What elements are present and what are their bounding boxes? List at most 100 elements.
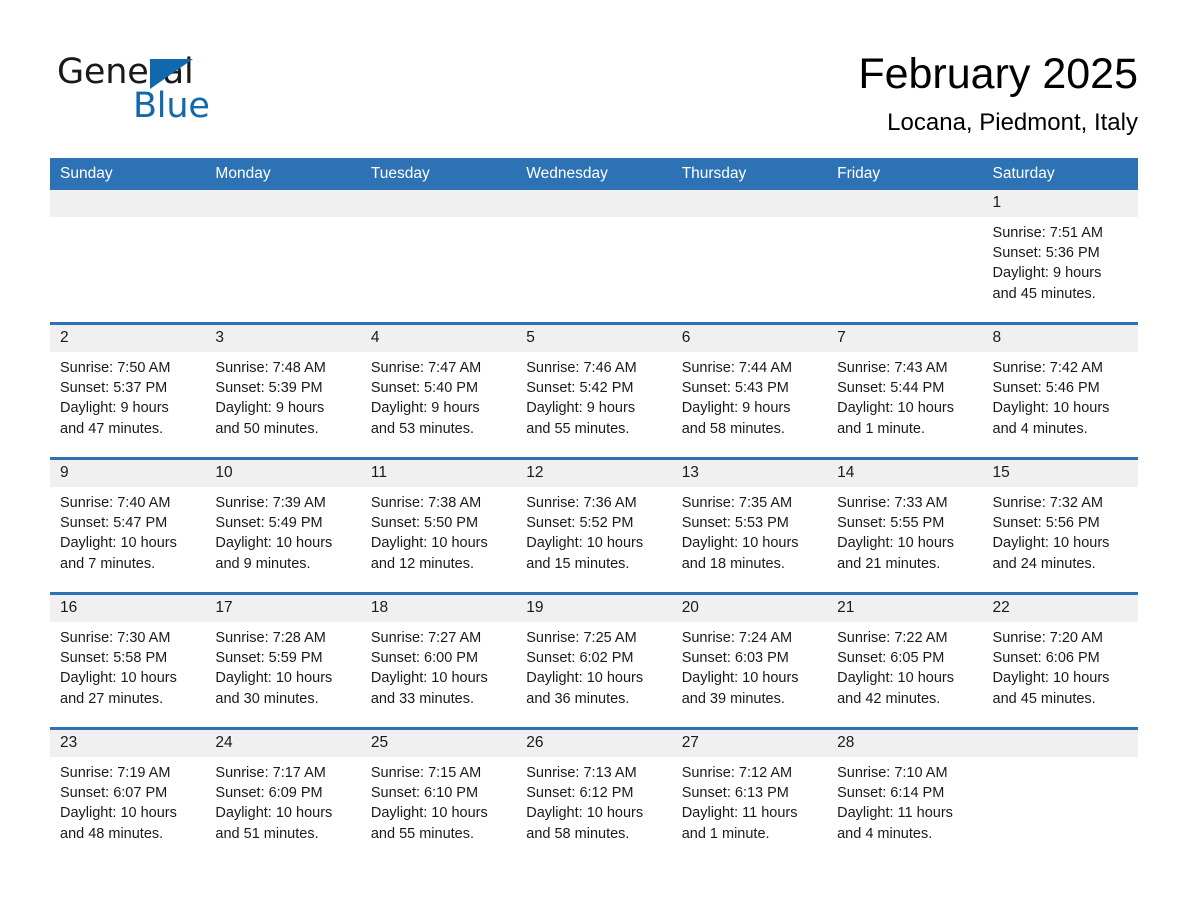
- day-number: 28: [827, 730, 983, 757]
- daylight-text-line2: and 24 minutes.: [992, 555, 1096, 572]
- sunset-text: Sunset: 6:09 PM: [215, 785, 323, 802]
- daylight-text-line2: and 55 minutes.: [526, 420, 630, 437]
- daylight-text-line1: Daylight: 9 hours: [992, 265, 1102, 282]
- calendar-day-cell[interactable]: 28 Sunrise: 7:10 AM Sunset: 6:14 PM Dayligh…: [827, 727, 983, 862]
- sunset-text: Sunset: 6:14 PM: [837, 785, 945, 802]
- day-number: 22: [982, 595, 1138, 622]
- daylight-text-line2: and 39 minutes.: [681, 690, 785, 707]
- daylight-text-line1: Daylight: 10 hours: [370, 535, 488, 552]
- day-number: [827, 190, 983, 217]
- calendar-day-cell[interactable]: 17 Sunrise: 7:28 AM Sunset: 5:59 PM Dayligh…: [205, 592, 361, 729]
- daylight-text-line1: Daylight: 10 hours: [215, 805, 333, 822]
- sunset-text: Sunset: 5:49 PM: [215, 515, 323, 532]
- day-number: 12: [516, 460, 672, 487]
- calendar-day-cell[interactable]: 26 Sunrise: 7:13 AM Sunset: 6:12 PM Dayligh…: [516, 727, 672, 862]
- sunrise-text: Sunrise: 7:15 AM: [370, 765, 482, 781]
- day-details: Sunrise: 7:22 AM Sunset: 6:05 PM Daylight:…: [827, 622, 982, 709]
- calendar-day-cell[interactable]: 19 Sunrise: 7:25 AM Sunset: 6:02 PM Dayligh…: [516, 592, 672, 729]
- weekday-header-monday: Monday: [205, 158, 361, 190]
- daylight-text-line1: Daylight: 10 hours: [526, 805, 644, 822]
- weekday-header-friday: Friday: [827, 158, 983, 190]
- daylight-text-line1: Daylight: 9 hours: [215, 400, 325, 417]
- calendar-header-row: Sunday Monday Tuesday Wednesday Thursday…: [50, 158, 1138, 190]
- day-details: Sunrise: 7:38 AM Sunset: 5:50 PM Daylight:…: [361, 487, 516, 574]
- title-block: February 2025 Locana, Piedmont, Italy: [858, 48, 1138, 138]
- calendar-day-cell[interactable]: 5 Sunrise: 7:46 AM Sunset: 5:42 PM Daylight…: [516, 322, 672, 459]
- day-details: Sunrise: 7:12 AM Sunset: 6:13 PM Daylight:…: [672, 757, 827, 844]
- day-number: 24: [205, 730, 361, 757]
- calendar-day-cell[interactable]: 6 Sunrise: 7:44 AM Sunset: 5:43 PM Daylight…: [671, 322, 828, 459]
- calendar-empty-cell: [205, 190, 361, 324]
- daylight-text-line1: Daylight: 9 hours: [60, 400, 169, 417]
- calendar-day-cell[interactable]: 7 Sunrise: 7:43 AM Sunset: 5:44 PM Daylight…: [827, 322, 983, 459]
- calendar-day-cell[interactable]: 21 Sunrise: 7:22 AM Sunset: 6:05 PM Dayligh…: [827, 592, 983, 729]
- daylight-text-line2: and 58 minutes.: [681, 420, 785, 437]
- sunset-text: Sunset: 5:39 PM: [215, 380, 323, 397]
- general-blue-logo[interactable]: General Blue: [57, 52, 317, 128]
- daylight-text-line1: Daylight: 10 hours: [992, 535, 1110, 552]
- daylight-text-line2: and 45 minutes.: [992, 285, 1096, 302]
- sunrise-text: Sunrise: 7:19 AM: [60, 765, 171, 781]
- calendar-day-cell[interactable]: 3 Sunrise: 7:48 AM Sunset: 5:39 PM Daylight…: [205, 322, 361, 459]
- daylight-text-line2: and 48 minutes.: [60, 825, 164, 842]
- daylight-text-line2: and 18 minutes.: [681, 555, 785, 572]
- calendar-day-cell[interactable]: 23 Sunrise: 7:19 AM Sunset: 6:07 PM Dayligh…: [50, 727, 206, 862]
- day-details: Sunrise: 7:32 AM Sunset: 5:56 PM Daylight:…: [983, 487, 1138, 574]
- sunset-text: Sunset: 6:00 PM: [370, 650, 479, 667]
- sunset-text: Sunset: 5:50 PM: [370, 515, 479, 532]
- calendar-day-cell[interactable]: 2 Sunrise: 7:50 AM Sunset: 5:37 PM Daylight…: [50, 322, 206, 459]
- daylight-text-line2: and 15 minutes.: [526, 555, 630, 572]
- daylight-text-line1: Daylight: 10 hours: [992, 400, 1110, 417]
- calendar-day-cell[interactable]: 24 Sunrise: 7:17 AM Sunset: 6:09 PM Dayligh…: [205, 727, 361, 862]
- daylight-text-line2: and 33 minutes.: [370, 690, 475, 707]
- day-details: Sunrise: 7:44 AM Sunset: 5:43 PM Daylight:…: [672, 352, 827, 439]
- calendar-body: 1 Sunrise: 7:51 AM Sunset: 5:36 PM Daylight…: [50, 190, 1138, 862]
- calendar-day-cell[interactable]: 1 Sunrise: 7:51 AM Sunset: 5:36 PM Daylight…: [982, 190, 1138, 324]
- daylight-text-line1: Daylight: 10 hours: [60, 670, 177, 687]
- day-number: 23: [50, 730, 206, 757]
- daylight-text-line2: and 27 minutes.: [60, 690, 164, 707]
- day-number: 16: [50, 595, 206, 622]
- day-details: Sunrise: 7:43 AM Sunset: 5:44 PM Daylight:…: [827, 352, 982, 439]
- calendar-day-cell[interactable]: 16 Sunrise: 7:30 AM Sunset: 5:58 PM Dayligh…: [50, 592, 206, 729]
- daylight-text-line1: Daylight: 10 hours: [837, 670, 954, 687]
- calendar-day-cell[interactable]: 27 Sunrise: 7:12 AM Sunset: 6:13 PM Dayligh…: [671, 727, 828, 862]
- sunrise-text: Sunrise: 7:50 AM: [60, 360, 171, 376]
- calendar-day-cell[interactable]: 12 Sunrise: 7:36 AM Sunset: 5:52 PM Dayligh…: [516, 457, 672, 594]
- calendar-day-cell[interactable]: 15 Sunrise: 7:32 AM Sunset: 5:56 PM Dayligh…: [982, 457, 1138, 594]
- day-details: Sunrise: 7:24 AM Sunset: 6:03 PM Daylight:…: [672, 622, 827, 709]
- daylight-text-line1: Daylight: 10 hours: [526, 535, 644, 552]
- location-subtitle: Locana, Piedmont, Italy: [887, 109, 1138, 136]
- sunset-text: Sunset: 6:13 PM: [681, 785, 789, 802]
- sunset-text: Sunset: 6:12 PM: [526, 785, 634, 802]
- calendar-empty-cell: [360, 190, 517, 324]
- calendar-day-cell[interactable]: 14 Sunrise: 7:33 AM Sunset: 5:55 PM Dayligh…: [827, 457, 983, 594]
- sunrise-text: Sunrise: 7:36 AM: [526, 495, 637, 511]
- calendar-day-cell[interactable]: 13 Sunrise: 7:35 AM Sunset: 5:53 PM Dayligh…: [671, 457, 828, 594]
- calendar-day-cell[interactable]: 18 Sunrise: 7:27 AM Sunset: 6:00 PM Dayligh…: [360, 592, 517, 729]
- calendar-day-cell[interactable]: 20 Sunrise: 7:24 AM Sunset: 6:03 PM Dayligh…: [671, 592, 828, 729]
- daylight-text-line2: and 9 minutes.: [215, 555, 311, 572]
- calendar-empty-cell: [671, 190, 828, 324]
- daylight-text-line2: and 4 minutes.: [992, 420, 1088, 437]
- sunrise-text: Sunrise: 7:38 AM: [370, 495, 482, 511]
- calendar-day-cell[interactable]: 8 Sunrise: 7:42 AM Sunset: 5:46 PM Daylight…: [982, 322, 1138, 459]
- day-number: [360, 190, 517, 217]
- calendar-day-cell[interactable]: 11 Sunrise: 7:38 AM Sunset: 5:50 PM Dayligh…: [360, 457, 517, 594]
- calendar-empty-cell: [516, 190, 672, 324]
- calendar-day-cell[interactable]: 22 Sunrise: 7:20 AM Sunset: 6:06 PM Dayligh…: [982, 592, 1138, 729]
- calendar-day-cell[interactable]: 4 Sunrise: 7:47 AM Sunset: 5:40 PM Daylight…: [360, 322, 517, 459]
- day-number: 17: [205, 595, 361, 622]
- calendar-empty-cell: [827, 190, 983, 324]
- calendar-day-cell[interactable]: 25 Sunrise: 7:15 AM Sunset: 6:10 PM Dayligh…: [360, 727, 517, 862]
- daylight-text-line1: Daylight: 10 hours: [992, 670, 1110, 687]
- day-number: [671, 190, 828, 217]
- sunset-text: Sunset: 5:46 PM: [992, 380, 1100, 397]
- sunrise-text: Sunrise: 7:46 AM: [526, 360, 637, 376]
- sunset-text: Sunset: 6:05 PM: [837, 650, 945, 667]
- sunrise-text: Sunrise: 7:13 AM: [526, 765, 637, 781]
- calendar-day-cell[interactable]: 10 Sunrise: 7:39 AM Sunset: 5:49 PM Dayligh…: [205, 457, 361, 594]
- daylight-text-line2: and 7 minutes.: [60, 555, 156, 572]
- calendar-day-cell[interactable]: 9 Sunrise: 7:40 AM Sunset: 5:47 PM Daylight…: [50, 457, 206, 594]
- day-details: Sunrise: 7:40 AM Sunset: 5:47 PM Daylight:…: [50, 487, 205, 574]
